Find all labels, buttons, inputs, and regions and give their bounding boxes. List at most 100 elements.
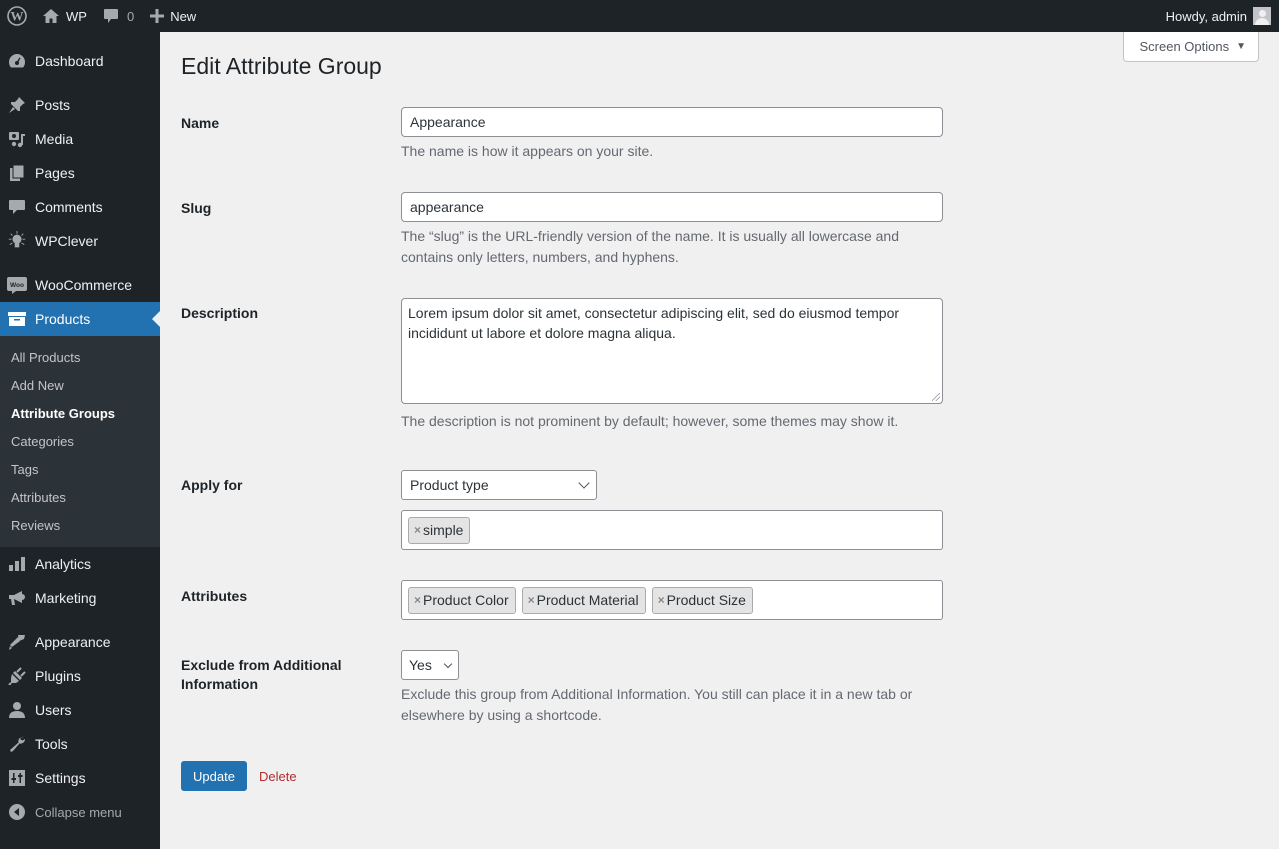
dashboard-icon	[7, 51, 27, 71]
home-icon	[42, 8, 60, 24]
avatar	[1253, 7, 1271, 25]
sidebar-item-appearance[interactable]: Appearance	[0, 625, 160, 659]
sidebar-item-products[interactable]: Products	[0, 302, 160, 336]
collapse-menu-label: Collapse menu	[35, 804, 122, 820]
sidebar-item-users[interactable]: Users	[0, 693, 160, 727]
submenu-item-tags[interactable]: Tags	[0, 455, 160, 483]
wordpress-logo-icon: W	[7, 6, 27, 26]
chevron-down-icon	[578, 477, 590, 489]
sidebar-item-wpclever[interactable]: WPClever	[0, 224, 160, 258]
new-content-button[interactable]: New	[142, 0, 204, 32]
name-label: Name	[181, 115, 220, 131]
account-menu[interactable]: Howdy, admin	[1158, 0, 1279, 32]
sidebar-item-label: Users	[35, 702, 72, 718]
sidebar-item-media[interactable]: Media	[0, 122, 160, 156]
attributes-label: Attributes	[181, 588, 248, 604]
svg-text:Woo: Woo	[10, 282, 24, 289]
slug-label: Slug	[181, 200, 212, 216]
sidebar-item-label: Plugins	[35, 668, 81, 684]
user-icon	[7, 700, 27, 720]
product-type-tags-input[interactable]: × simple	[401, 510, 943, 550]
sidebar-item-label: Posts	[35, 97, 71, 113]
exclude-description: Exclude this group from Additional Infor…	[401, 686, 913, 723]
site-name-link[interactable]: WP	[34, 0, 95, 32]
sidebar-item-label: Tools	[35, 736, 68, 752]
comment-icon	[7, 197, 27, 217]
tag-label: Product Size	[666, 592, 746, 608]
update-button[interactable]: Update	[181, 761, 247, 791]
products-submenu: All Products Add New Attribute Groups Ca…	[0, 336, 160, 547]
submenu-item-reviews[interactable]: Reviews	[0, 511, 160, 539]
description-textarea[interactable]: Lorem ipsum dolor sit amet, consectetur …	[401, 298, 943, 404]
description-help: The description is not prominent by defa…	[401, 413, 899, 429]
attributes-tags-input[interactable]: × Product Color × Product Material × Pro…	[401, 580, 943, 620]
lightbulb-icon	[7, 231, 27, 251]
greeting: Howdy, admin	[1165, 8, 1247, 24]
apply-for-select[interactable]: Product type	[401, 470, 597, 500]
bar-chart-icon	[7, 554, 27, 574]
sidebar-item-label: WooCommerce	[35, 277, 132, 293]
remove-tag-icon[interactable]: ×	[414, 523, 421, 537]
sidebar-item-settings[interactable]: Settings	[0, 761, 160, 795]
main-content: Screen Options ▼ Edit Attribute Group Na…	[160, 32, 1279, 849]
svg-text:W: W	[11, 9, 24, 24]
sidebar-item-label: Media	[35, 131, 74, 147]
delete-link[interactable]: Delete	[259, 769, 297, 784]
admin-bar: W WP 0 New Howdy, admin	[0, 0, 1279, 32]
collapse-menu-button[interactable]: Collapse menu	[0, 795, 160, 829]
exclude-label: Exclude from Additional Information	[181, 657, 342, 692]
slug-input[interactable]: appearance	[401, 192, 943, 222]
paintbrush-icon	[7, 632, 27, 652]
comments-count: 0	[126, 8, 135, 24]
name-description: The name is how it appears on your site.	[401, 143, 654, 159]
sidebar-item-woocommerce[interactable]: Woo WooCommerce	[0, 268, 160, 302]
sidebar-item-tools[interactable]: Tools	[0, 727, 160, 761]
comments-link[interactable]: 0	[95, 0, 142, 32]
site-name: WP	[66, 8, 87, 24]
exclude-selected: Yes	[409, 657, 432, 673]
tag-chip: × Product Color	[408, 586, 516, 614]
collapse-arrow-icon	[7, 802, 27, 822]
sidebar-item-analytics[interactable]: Analytics	[0, 547, 160, 581]
exclude-select[interactable]: Yes	[401, 650, 459, 680]
tag-chip: × Product Size	[651, 586, 753, 614]
screen-options-label: Screen Options	[1139, 39, 1230, 54]
submenu-item-categories[interactable]: Categories	[0, 427, 160, 455]
apply-for-selected: Product type	[410, 477, 489, 493]
wrench-icon	[7, 734, 27, 754]
sidebar-item-comments[interactable]: Comments	[0, 190, 160, 224]
submenu-item-add-new[interactable]: Add New	[0, 371, 160, 399]
pages-icon	[7, 163, 27, 183]
sidebar-item-label: Appearance	[35, 634, 111, 650]
pin-icon	[7, 95, 27, 115]
sidebar-item-posts[interactable]: Posts	[0, 88, 160, 122]
woo-icon: Woo	[7, 275, 27, 295]
remove-tag-icon[interactable]: ×	[528, 593, 535, 607]
sidebar-item-marketing[interactable]: Marketing	[0, 581, 160, 615]
archive-box-icon	[7, 309, 27, 329]
apply-for-label: Apply for	[181, 477, 243, 493]
screen-options-button[interactable]: Screen Options ▼	[1123, 32, 1259, 62]
sidebar-item-label: Marketing	[35, 590, 97, 606]
sidebar-item-plugins[interactable]: Plugins	[0, 659, 160, 693]
description-label: Description	[181, 305, 259, 321]
submenu-item-attributes[interactable]: Attributes	[0, 483, 160, 511]
description-text: Lorem ipsum dolor sit amet, consectetur …	[408, 305, 900, 341]
remove-tag-icon[interactable]: ×	[658, 593, 665, 607]
tag-label: Product Material	[536, 592, 639, 608]
megaphone-icon	[7, 588, 27, 608]
submenu-item-all-products[interactable]: All Products	[0, 343, 160, 371]
sidebar-item-pages[interactable]: Pages	[0, 156, 160, 190]
wordpress-logo-button[interactable]: W	[0, 0, 34, 32]
remove-tag-icon[interactable]: ×	[414, 593, 421, 607]
sidebar-item-label: Dashboard	[35, 53, 104, 69]
sidebar-item-label: Analytics	[35, 556, 92, 572]
sidebar-item-label: Comments	[35, 199, 103, 215]
sidebar-item-label: Products	[35, 311, 91, 327]
submenu-item-attribute-groups[interactable]: Attribute Groups	[0, 399, 160, 427]
media-icon	[7, 129, 27, 149]
sidebar-item-dashboard[interactable]: Dashboard	[0, 44, 160, 78]
resize-handle[interactable]	[932, 393, 940, 401]
new-label: New	[170, 8, 197, 24]
name-input[interactable]: Appearance	[401, 107, 943, 137]
